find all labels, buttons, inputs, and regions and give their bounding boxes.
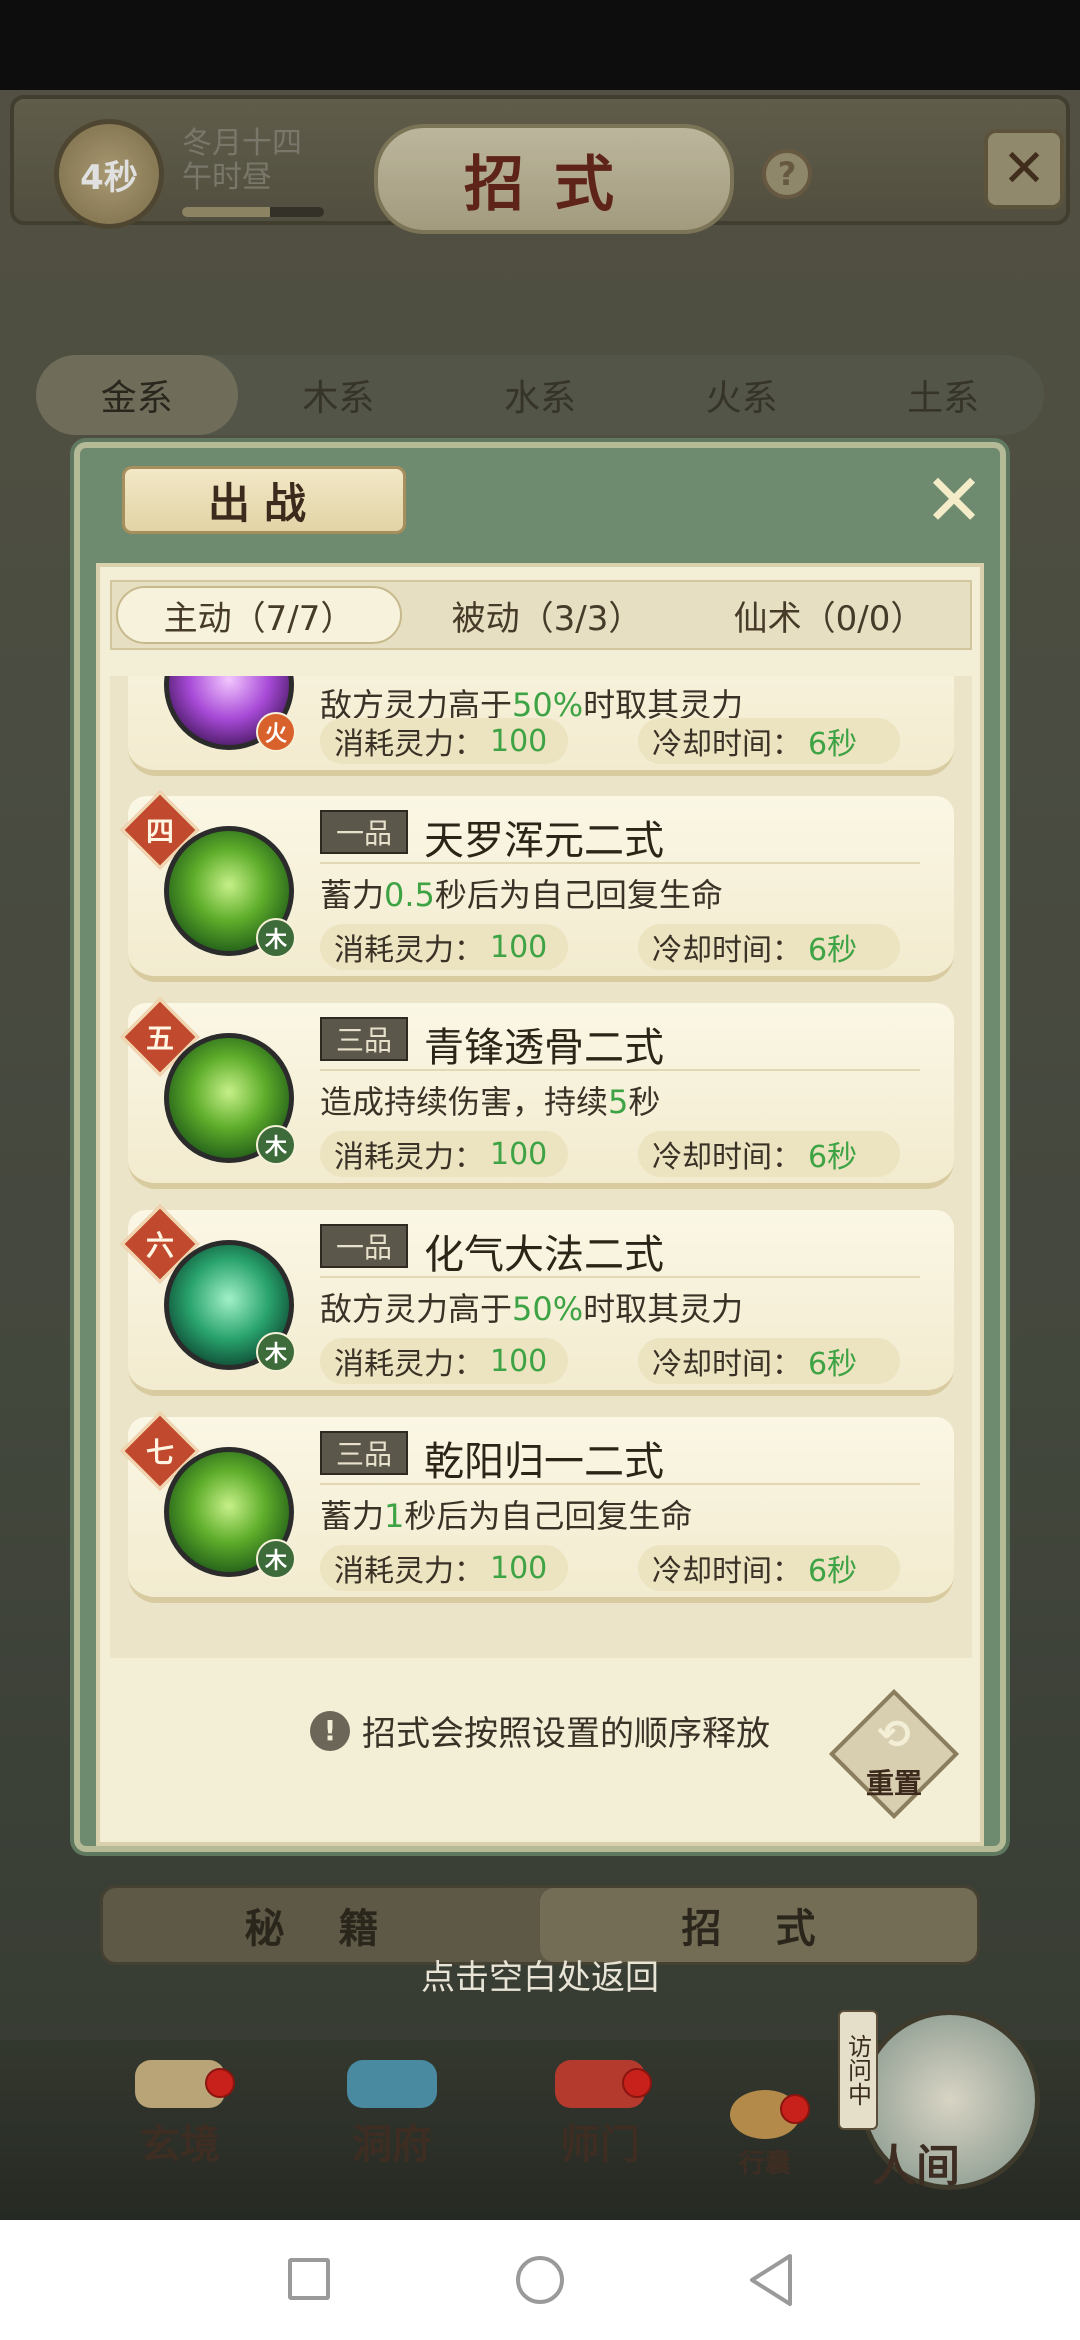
nav-shimen-label: 师门 xyxy=(560,2121,640,2168)
nav-renjian-label[interactable]: 人间 xyxy=(872,2130,960,2194)
skill-description: 敌方灵力高于50%时取其灵力 xyxy=(320,1290,744,1328)
wood-element-icon: 木 xyxy=(256,918,296,958)
skill-description: 造成持续伤害，持续5秒 xyxy=(320,1083,661,1121)
recent-apps-icon[interactable] xyxy=(288,2258,330,2300)
status-bar xyxy=(0,0,1080,90)
wood-element-icon: 木 xyxy=(256,1539,296,1579)
back-icon[interactable] xyxy=(746,2252,796,2308)
spirit-cost: 消耗灵力： 100 xyxy=(320,1131,568,1177)
modal-close-button[interactable]: ✕ xyxy=(922,458,986,542)
reset-icon: ⟲ xyxy=(877,1712,911,1758)
divider xyxy=(320,1276,920,1278)
cooldown-time: 冷却时间： 6秒 xyxy=(638,718,900,764)
skill-name: 乾阳归一二式 xyxy=(424,1439,664,1485)
grade-tag: 三品 xyxy=(320,1431,408,1475)
cooldown-time: 冷却时间： 6秒 xyxy=(638,924,900,970)
tip-text: 招式会按照设置的顺序释放 xyxy=(362,1714,770,1754)
grade-tag: 一品 xyxy=(320,1224,408,1268)
notification-dot xyxy=(780,2094,810,2124)
tab-active-skills[interactable]: 主动（7/7） xyxy=(116,586,402,644)
skill-name: 天罗浑元二式 xyxy=(424,818,664,864)
nav-xuanjing-label: 玄境 xyxy=(140,2121,220,2168)
fire-element-icon: 火 xyxy=(256,712,296,752)
skill-type-tabs: 主动（7/7） 被动（3/3） 仙术（0/0） xyxy=(110,580,972,650)
divider xyxy=(320,1069,920,1071)
wood-element-icon: 木 xyxy=(256,1332,296,1372)
skill-card[interactable]: 六 木 一品 化气大法二式 敌方灵力高于50%时取其灵力 消耗灵力： 100 冷却… xyxy=(120,1204,954,1396)
spirit-cost: 消耗灵力： 100 xyxy=(320,718,568,764)
nav-dongfu[interactable]: 洞府 xyxy=(312,2060,472,2170)
tab-passive-skills[interactable]: 被动（3/3） xyxy=(406,582,688,648)
nav-shimen[interactable]: 师门 xyxy=(520,2060,680,2170)
skill-name: 化气大法二式 xyxy=(424,1232,664,1278)
home-icon[interactable] xyxy=(516,2256,564,2304)
spirit-cost: 消耗灵力： 100 xyxy=(320,924,568,970)
modal-title: 出战 xyxy=(122,466,406,534)
grade-tag: 三品 xyxy=(320,1017,408,1061)
skill-card[interactable]: 五 木 三品 青锋透骨二式 造成持续伤害，持续5秒 消耗灵力： 100 冷却时间：… xyxy=(120,997,954,1189)
cooldown-time: 冷却时间： 6秒 xyxy=(638,1545,900,1591)
visiting-badge: 访问中 xyxy=(838,2010,878,2130)
tap-to-return-hint: 点击空白处返回 xyxy=(421,1958,659,1998)
wood-element-icon: 木 xyxy=(256,1125,296,1165)
skill-name: 青锋透骨二式 xyxy=(424,1025,664,1071)
skill-card[interactable]: 火 敌方灵力高于50%时取其灵力 消耗灵力： 100 冷却时间： 6秒 xyxy=(128,676,954,776)
pavilion-icon xyxy=(347,2060,437,2108)
tab-immortal-arts[interactable]: 仙术（0/0） xyxy=(688,582,970,648)
cooldown-time: 冷却时间： 6秒 xyxy=(638,1338,900,1384)
spirit-cost: 消耗灵力： 100 xyxy=(320,1338,568,1384)
skill-description: 蓄力0.5秒后为自己回复生命 xyxy=(320,876,723,914)
notification-dot xyxy=(622,2068,652,2098)
grade-tag: 一品 xyxy=(320,810,408,854)
spirit-cost: 消耗灵力： 100 xyxy=(320,1545,568,1591)
skill-list[interactable]: 火 敌方灵力高于50%时取其灵力 消耗灵力： 100 冷却时间： 6秒 四 木 一品… xyxy=(110,676,972,1658)
nav-dongfu-label: 洞府 xyxy=(352,2121,432,2168)
info-icon: ! xyxy=(310,1710,350,1751)
skill-card[interactable]: 四 木 一品 天罗浑元二式 蓄力0.5秒后为自己回复生命 消耗灵力： 100 冷却… xyxy=(120,790,954,982)
notification-dot xyxy=(205,2068,235,2098)
skill-card[interactable]: 七 木 三品 乾阳归一二式 蓄力1秒后为自己回复生命 消耗灵力： 100 冷却时间… xyxy=(120,1411,954,1603)
cooldown-time: 冷却时间： 6秒 xyxy=(638,1131,900,1177)
nav-xuanjing[interactable]: 玄境 xyxy=(100,2060,260,2170)
nav-xingnang-label: 行囊 xyxy=(738,2149,791,2179)
nav-xingnang[interactable]: 行囊 xyxy=(700,2090,830,2180)
divider xyxy=(320,862,920,864)
divider xyxy=(320,1483,920,1485)
skill-description: 蓄力1秒后为自己回复生命 xyxy=(320,1497,693,1535)
reset-label[interactable]: 重置 xyxy=(848,1762,940,1802)
